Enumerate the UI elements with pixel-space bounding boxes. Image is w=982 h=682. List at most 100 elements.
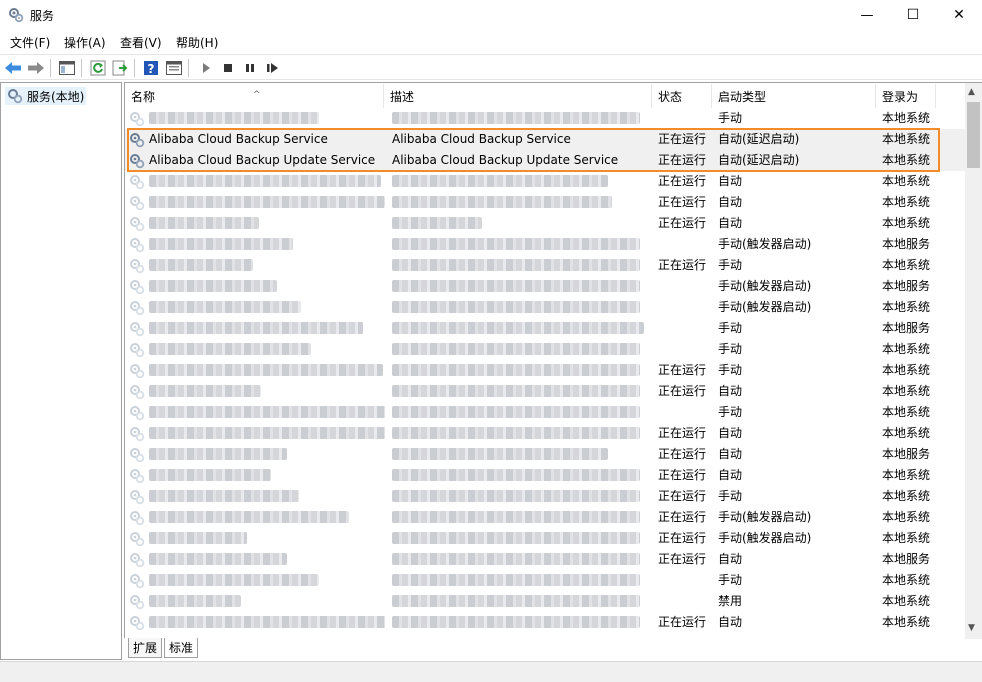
service-startup-type: 手动 [718,363,743,377]
service-status: 正在运行 [658,447,707,461]
column-header-logon-as[interactable]: 登录为 [876,84,936,108]
export-list-button[interactable] [110,58,130,78]
service-description [392,381,652,402]
redacted-text [149,385,261,397]
forward-button[interactable] [26,58,46,78]
redacted-text [149,616,385,628]
service-status [658,402,716,423]
table-row[interactable]: 正在运行 手动 本地系统 [125,486,965,507]
service-startup-type: 手动(触发器启动) [718,237,812,251]
minimize-button[interactable]: — [844,0,890,30]
back-button[interactable] [3,58,23,78]
refresh-button[interactable] [88,58,108,78]
redacted-text [392,574,640,586]
vertical-scrollbar[interactable]: ▲ ▼ [965,83,982,639]
table-row[interactable]: 正在运行 自动 本地系统 [125,381,965,402]
service-description [392,570,652,591]
scroll-down-icon[interactable]: ▼ [968,623,975,633]
table-row[interactable]: 手动 本地系统 [125,402,965,423]
stop-service-button[interactable] [218,58,238,78]
scroll-up-icon[interactable]: ▲ [968,87,975,97]
table-row[interactable]: 正在运行 自动 本地系统 [125,213,965,234]
gear-icon [130,217,145,232]
service-status: 正在运行 [658,363,707,377]
service-name [149,528,385,549]
table-row[interactable]: 正在运行 手动 本地系统 [125,360,965,381]
column-header-description[interactable]: 描述 [384,84,652,108]
gear-icon [9,8,24,23]
service-status: 正在运行 [658,615,707,629]
table-row[interactable]: 正在运行 手动(触发器启动) 本地系统 [125,528,965,549]
gear-icon [130,343,145,358]
table-row[interactable]: 手动(触发器启动) 本地服务 [125,276,965,297]
table-row[interactable]: 禁用 本地系统 [125,591,965,612]
scroll-thumb[interactable] [967,102,980,168]
table-row[interactable]: 手动 本地系统 [125,339,965,360]
service-status: 正在运行 [658,489,707,503]
column-header-status[interactable]: 状态 [652,84,712,108]
service-name [149,444,385,465]
service-status: 正在运行 [658,510,707,524]
menu-view[interactable]: 查看(V) [120,34,162,51]
service-description [392,234,652,255]
service-startup-type: 自动 [718,426,743,440]
service-logon-as: 本地系统 [882,573,931,587]
table-row[interactable]: 手动(触发器启动) 本地系统 [125,297,965,318]
service-name [149,108,385,129]
service-logon-as: 本地系统 [882,489,931,503]
table-row[interactable]: 正在运行 自动 本地系统 [125,465,965,486]
table-row[interactable]: 正在运行 自动 本地系统 [125,192,965,213]
pause-service-button[interactable] [240,58,260,78]
menu-help[interactable]: 帮助(H) [176,34,218,51]
gear-icon [130,616,145,631]
service-logon-as: 本地系统 [882,468,931,482]
gear-icon [130,490,145,505]
menu-file[interactable]: 文件(F) [10,34,50,51]
menu-action[interactable]: 操作(A) [64,34,106,51]
table-row[interactable]: 手动 本地系统 [125,108,965,129]
back-arrow-icon [5,62,21,74]
tab-extended[interactable]: 扩展 [128,638,163,658]
service-startup-type: 自动 [718,447,743,461]
service-name [149,171,385,192]
table-row[interactable]: 正在运行 自动 本地服务 [125,444,965,465]
redacted-text [392,238,640,250]
properties-button[interactable] [164,58,184,78]
column-header-name[interactable]: 名称 ^ [125,84,384,108]
service-description [392,297,652,318]
service-name [149,486,385,507]
close-button[interactable]: ✕ [936,0,982,30]
table-row[interactable]: 手动 本地系统 [125,570,965,591]
table-row[interactable]: 正在运行 自动 本地系统 [125,171,965,192]
column-header-startup-type[interactable]: 启动类型 [712,84,876,108]
service-name [149,423,385,444]
tab-standard[interactable]: 标准 [164,638,199,658]
service-startup-type: 手动(触发器启动) [718,279,812,293]
gear-icon [130,406,145,421]
maximize-button[interactable]: ☐ [890,0,936,30]
show-hide-tree-button[interactable] [57,58,77,78]
toolbar-separator [81,59,82,77]
table-row[interactable]: 正在运行 自动 本地服务 [125,549,965,570]
redacted-text [149,322,363,334]
service-status: 正在运行 [658,531,707,545]
table-row[interactable]: 正在运行 自动 本地系统 [125,423,965,444]
table-row[interactable]: 正在运行 手动(触发器启动) 本地系统 [125,507,965,528]
table-row[interactable]: 手动(触发器启动) 本地服务 [125,234,965,255]
gear-icon [8,89,23,104]
gear-icon [130,469,145,484]
table-row[interactable]: 手动 本地服务 [125,318,965,339]
service-description [392,108,652,129]
service-status [658,108,716,129]
start-service-button[interactable] [196,58,216,78]
help-button[interactable]: ? [141,58,161,78]
tree-item-services-local[interactable]: 服务(本地) [5,87,87,105]
table-row[interactable]: 正在运行 手动 本地系统 [125,255,965,276]
service-status: 正在运行 [658,195,707,209]
table-row[interactable]: 正在运行 自动 本地系统 [125,612,965,633]
restart-service-button[interactable] [262,58,282,78]
service-description [392,318,652,339]
service-description [392,549,652,570]
service-name [149,381,385,402]
service-name [149,234,385,255]
